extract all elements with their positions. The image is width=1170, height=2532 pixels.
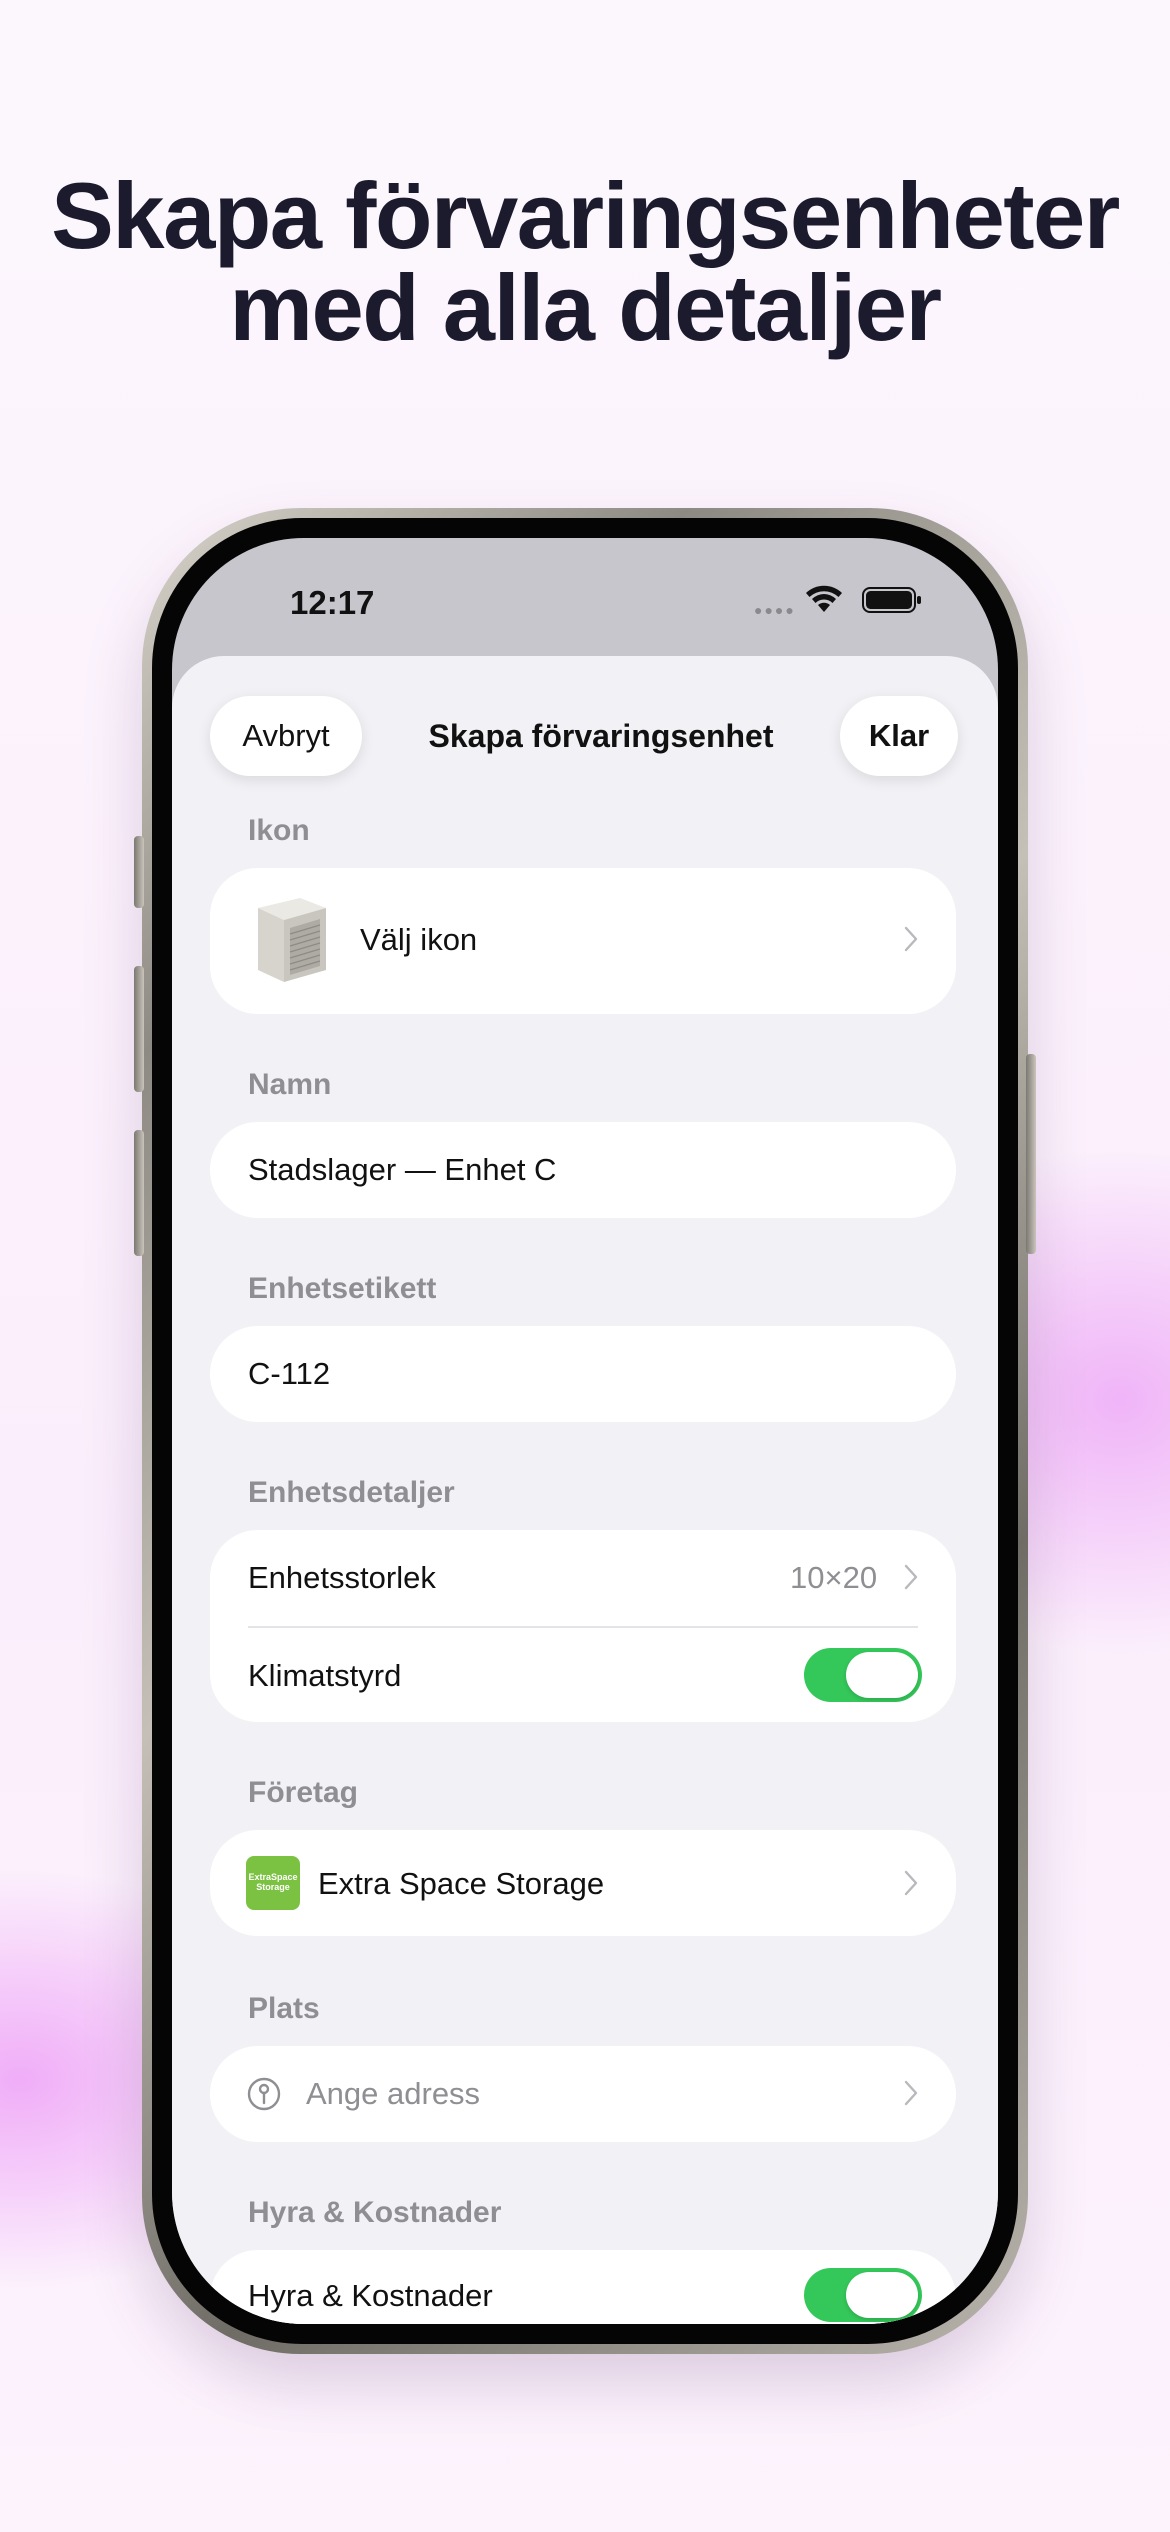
- climate-row: Klimatstyrd: [210, 1628, 956, 1722]
- create-unit-sheet: Avbryt Skapa förvaringsenhet Klar Ikon V…: [172, 656, 998, 2324]
- volume-up-button: [134, 966, 144, 1092]
- section-label-unit-tag: Enhetsetikett: [248, 1272, 437, 1305]
- headline: Skapa förvaringsenheter med alla detalje…: [0, 163, 1170, 360]
- unit-tag-field[interactable]: C-112: [210, 1326, 956, 1422]
- cellular-dots-icon: ●●●●: [754, 602, 796, 618]
- section-label-icon: Ikon: [248, 814, 310, 847]
- section-label-rent: Hyra & Kostnader: [248, 2196, 502, 2229]
- storage-unit-icon: [258, 898, 326, 982]
- headline-line-2: med alla detaljer: [229, 255, 942, 360]
- unit-size-value: 10×20: [790, 1560, 878, 1595]
- rent-toggle[interactable]: [804, 2268, 922, 2322]
- chevron-right-icon: [904, 1564, 918, 1590]
- unit-size-row[interactable]: Enhetsstorlek 10×20: [210, 1530, 956, 1626]
- toggle-knob: [846, 2272, 918, 2318]
- cancel-button[interactable]: Avbryt: [210, 696, 362, 776]
- wifi-icon: [806, 585, 842, 612]
- choose-icon-row[interactable]: Välj ikon: [210, 868, 956, 1014]
- company-logo: ExtraSpace Storage: [246, 1856, 300, 1910]
- phone-screen: 12:17 ●●●● Avbryt Skapa förvaringsenhet …: [172, 538, 998, 2324]
- address-row[interactable]: Ange adress: [210, 2046, 956, 2142]
- chevron-right-icon: [904, 926, 918, 952]
- done-button[interactable]: Klar: [840, 696, 958, 776]
- unit-details-card: Enhetsstorlek 10×20 Klimatstyrd: [210, 1530, 956, 1722]
- section-label-company: Företag: [248, 1776, 359, 1809]
- section-label-place: Plats: [248, 1992, 320, 2025]
- company-name: Extra Space Storage: [318, 1866, 605, 1901]
- section-label-unit-details: Enhetsdetaljer: [248, 1476, 455, 1509]
- address-placeholder: Ange adress: [306, 2076, 481, 2111]
- sheet-nav-bar: Avbryt Skapa förvaringsenhet Klar: [172, 656, 998, 796]
- chevron-right-icon: [904, 2080, 918, 2106]
- power-button: [1026, 1054, 1036, 1254]
- location-pin-icon: [247, 2077, 281, 2111]
- company-logo-text-2: Storage: [256, 1882, 290, 1892]
- battery-icon: [862, 587, 921, 613]
- toggle-knob: [846, 1652, 918, 1698]
- sheet-title: Skapa förvaringsenhet: [428, 717, 774, 754]
- choose-icon-label: Välj ikon: [360, 922, 478, 957]
- name-field[interactable]: Stadslager — Enhet C: [210, 1122, 956, 1218]
- unit-size-label: Enhetsstorlek: [248, 1560, 436, 1595]
- company-row[interactable]: ExtraSpace Storage Extra Space Storage: [210, 1830, 956, 1936]
- status-bar: 12:17 ●●●●: [172, 538, 998, 656]
- climate-label: Klimatstyrd: [248, 1658, 402, 1693]
- unit-tag-field-value: C-112: [248, 1356, 331, 1391]
- rent-label: Hyra & Kostnader: [248, 2278, 493, 2313]
- name-field-value: Stadslager — Enhet C: [248, 1152, 557, 1187]
- action-button: [134, 836, 144, 908]
- status-time: 12:17: [290, 584, 375, 621]
- chevron-right-icon: [904, 1870, 918, 1896]
- volume-down-button: [134, 1130, 144, 1256]
- section-label-name: Namn: [248, 1068, 332, 1101]
- rent-row: Hyra & Kostnader: [210, 2250, 956, 2324]
- company-logo-text-1: ExtraSpace: [248, 1872, 298, 1882]
- climate-toggle[interactable]: [804, 1648, 922, 1702]
- headline-line-1: Skapa förvaringsenheter: [51, 163, 1120, 268]
